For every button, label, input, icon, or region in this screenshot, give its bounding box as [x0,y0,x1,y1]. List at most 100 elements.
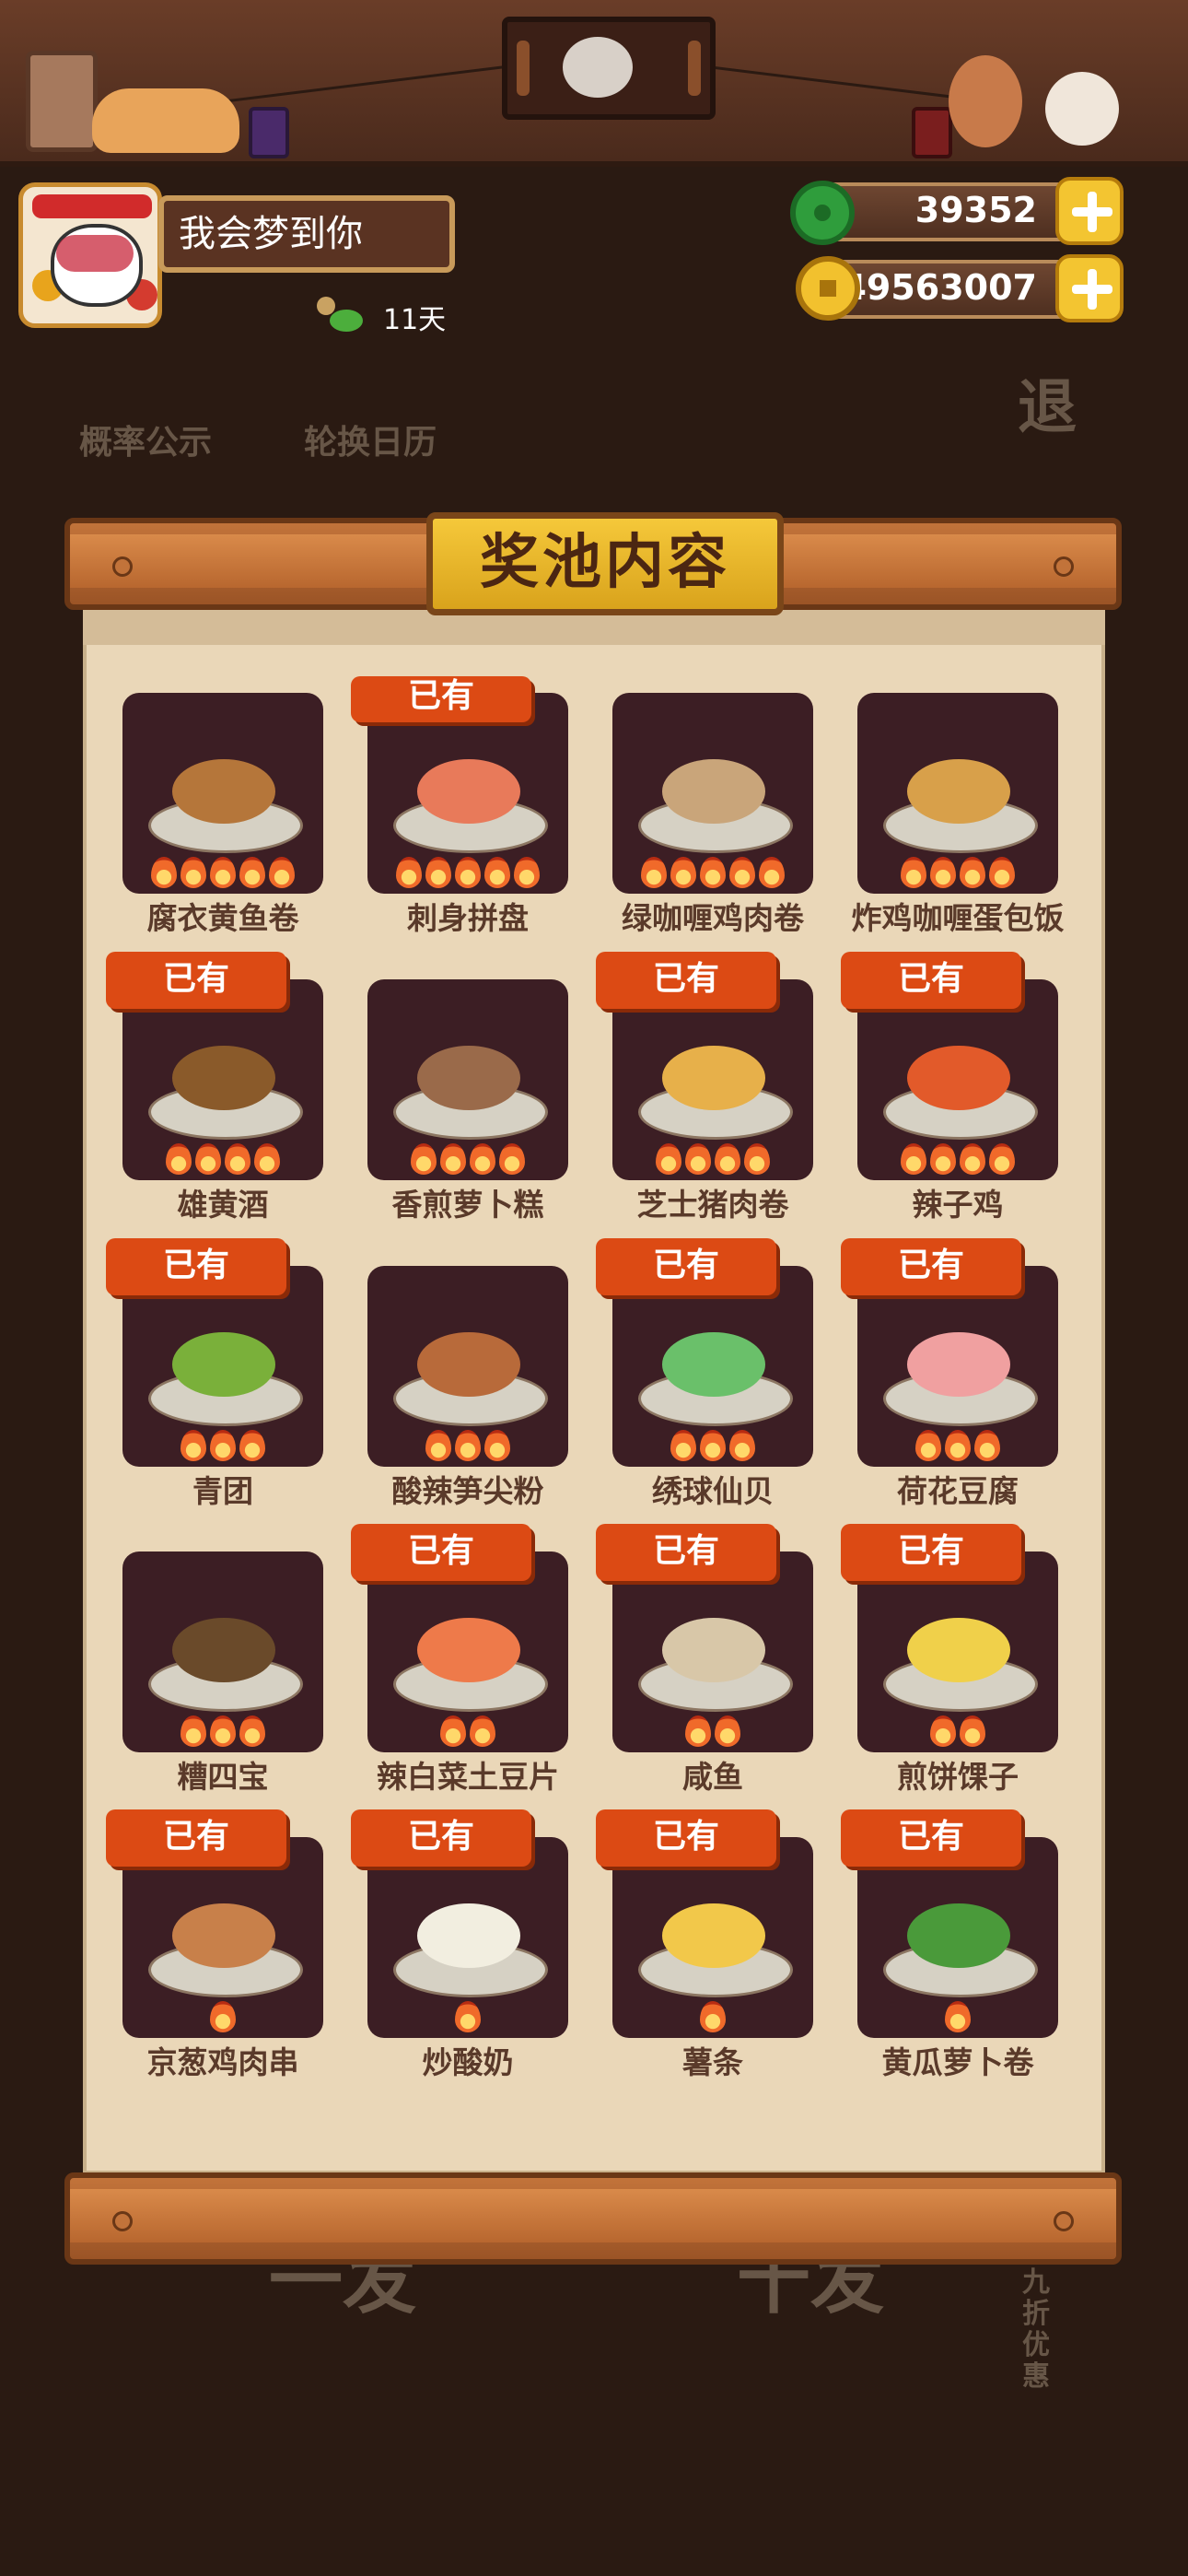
prize-item[interactable]: 煎饼馃子 已有 [841,1524,1058,1800]
flame-icon [411,1143,437,1175]
rod-knob [1054,2211,1074,2231]
prize-item[interactable]: 荷花豆腐 已有 [841,1238,1058,1515]
rarity-flames [857,857,1058,894]
prize-name: 辣子鸡 [912,1187,1004,1223]
prize-item[interactable]: 绿咖喱鸡肉卷 [612,693,813,942]
dish-icon [883,1036,1038,1140]
prize-name: 黄瓜萝卜卷 [881,2044,1034,2080]
prize-card [367,1837,568,2038]
probability-button: 概率公示 [79,424,213,462]
prize-name: 腐衣黄鱼卷 [146,900,299,936]
white-cat-icon [1045,72,1119,146]
flame-icon [729,1430,755,1461]
prize-item[interactable]: 黄瓜萝卜卷 已有 [841,1809,1058,2086]
prize-card [612,693,813,894]
flame-icon [700,2001,726,2032]
flame-icon [239,857,265,888]
prize-card [857,1551,1058,1752]
prize-card [612,1837,813,2038]
prize-item[interactable]: 芝士猪肉卷 已有 [596,952,813,1228]
prize-name: 香煎萝卜糕 [391,1187,544,1223]
discount-tag: 九折优惠 [1022,2266,1050,2393]
rarity-flames [122,1143,323,1180]
top-decoration-bar [0,0,1188,167]
rotation-calendar-button: 轮换日历 [304,424,437,462]
prize-item[interactable]: 薯条 已有 [596,1809,813,2086]
flame-icon [901,1143,926,1175]
rarity-flames [612,1430,813,1467]
prize-item[interactable]: 辣白菜土豆片 已有 [351,1524,568,1800]
flame-icon [641,857,667,888]
prize-card [857,1837,1058,2038]
add-jade-button[interactable] [1055,177,1124,245]
prize-name: 酸辣笋尖粉 [391,1473,544,1509]
owned-badge: 已有 [351,676,531,722]
prize-name: 煎饼馃子 [897,1759,1019,1795]
rarity-flames [857,1715,1058,1752]
owned-badge: 已有 [841,952,1021,1009]
dish-icon [638,1609,793,1712]
rarity-flames [367,1143,568,1180]
jade-icon [790,181,855,245]
prize-name: 京葱鸡肉串 [146,2044,299,2080]
flame-icon [901,857,926,888]
prize-item[interactable]: 香煎萝卜糕 [367,979,568,1228]
hanging-portrait [502,17,716,120]
flame-icon [181,1715,206,1747]
owned-badge: 已有 [596,1809,776,1867]
dish-icon [148,1609,303,1712]
flame-icon [499,1143,525,1175]
rarity-flames [857,1430,1058,1467]
prize-item[interactable]: 炸鸡咖喱蛋包饭 [852,693,1065,942]
dish-icon [883,1894,1038,1997]
owned-badge: 已有 [351,1809,531,1867]
rarity-flames [857,2001,1058,2038]
dish-icon [883,1609,1038,1712]
flame-icon [210,1715,236,1747]
prize-item[interactable]: 炒酸奶 已有 [351,1809,568,2086]
prize-item[interactable]: 青团 已有 [106,1238,323,1515]
owned-badge: 已有 [596,1524,776,1581]
prize-item[interactable]: 绣球仙贝 已有 [596,1238,813,1515]
prize-name: 刺身拼盘 [407,900,529,936]
flame-icon [151,857,177,888]
flame-icon [425,857,451,888]
flame-icon [960,857,985,888]
rarity-flames [122,857,323,894]
add-coin-button[interactable] [1055,254,1124,322]
player-avatar[interactable] [18,182,162,328]
back-button: 退 [1018,374,1077,442]
dish-icon [883,750,1038,853]
prize-item[interactable]: 酸辣笋尖粉 [367,1266,568,1515]
login-days: 11天 [383,304,447,336]
owned-badge: 已有 [841,1238,1021,1295]
rarity-flames [612,1143,813,1180]
rod-knob [112,556,133,577]
rarity-flames [122,1715,323,1752]
prize-item[interactable]: 雄黄酒 已有 [106,952,323,1228]
flame-icon [210,857,236,888]
flame-icon [930,857,956,888]
dish-icon [393,1036,548,1140]
picture-frame-icon[interactable] [26,51,98,152]
flame-icon [700,857,726,888]
flame-icon [181,1430,206,1461]
prize-item[interactable]: 辣子鸡 已有 [841,952,1058,1228]
flame-icon [440,1143,466,1175]
dish-icon [638,750,793,853]
prize-name: 咸鱼 [682,1759,743,1795]
rarity-flames [367,2001,568,2038]
prize-card [857,979,1058,1180]
prize-item[interactable]: 腐衣黄鱼卷 [122,693,323,942]
prize-item[interactable]: 咸鱼 已有 [596,1524,813,1800]
prize-item[interactable]: 刺身拼盘 已有 [351,676,568,942]
flame-icon [210,2001,236,2032]
prize-card [367,1266,568,1467]
prize-item[interactable]: 京葱鸡肉串 已有 [106,1809,323,2086]
prize-card [122,1551,323,1752]
sleeping-cat-icon [92,88,239,153]
dish-icon [148,750,303,853]
prize-item[interactable]: 糟四宝 [122,1551,323,1800]
flame-icon [945,2001,971,2032]
flame-icon [484,1430,510,1461]
